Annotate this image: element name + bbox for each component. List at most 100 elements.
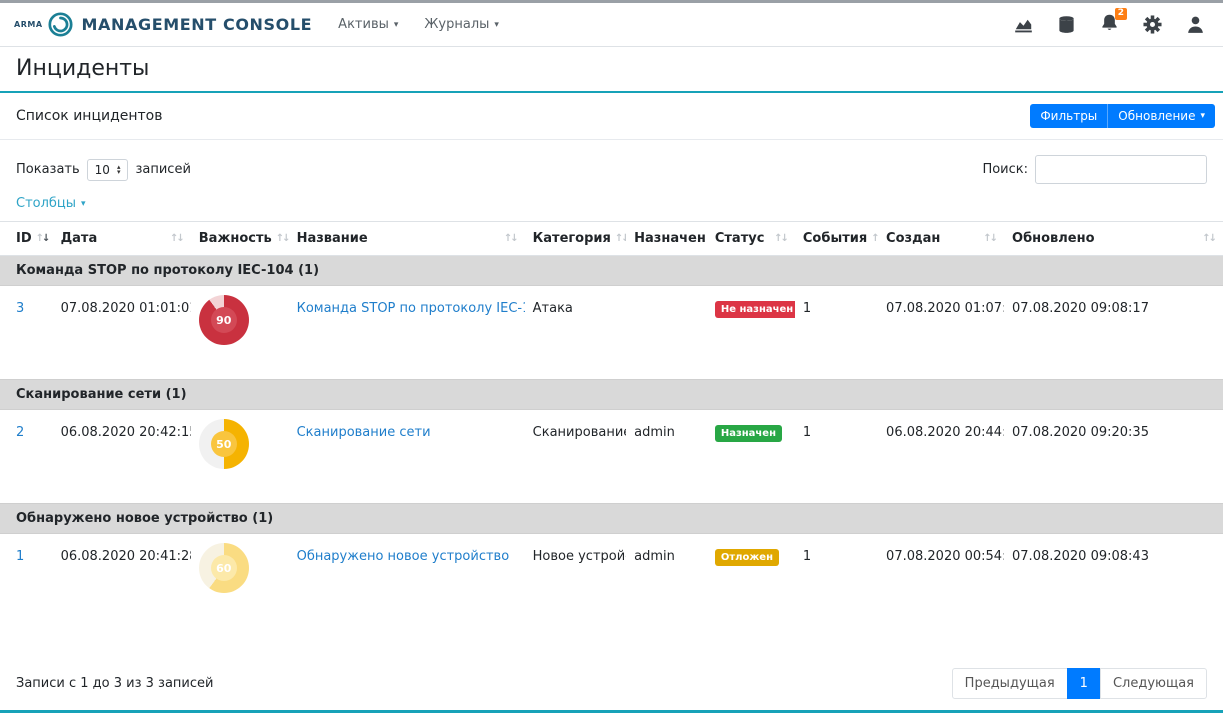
pagination: Предыдущая 1 Следующая	[952, 668, 1207, 699]
table-row: 3 07.08.2020 01:01:01 90 Команда STOP по…	[0, 286, 1223, 380]
nav-assets[interactable]: Активы ▾	[338, 17, 398, 32]
nav-journals[interactable]: Журналы ▾	[424, 17, 499, 32]
filters-button[interactable]: Фильтры	[1030, 104, 1108, 128]
col-date[interactable]: Дата↑↓	[53, 222, 191, 256]
col-updated[interactable]: Обновлено↑↓	[1004, 222, 1223, 256]
main-menu: Активы ▾ Журналы ▾	[338, 17, 499, 32]
incident-assignee: admin	[634, 549, 675, 564]
incident-events: 1	[803, 425, 811, 440]
navbar-icons: 2	[1014, 13, 1205, 36]
severity-donut: 50	[199, 419, 249, 469]
incident-date: 06.08.2020 20:42:15	[61, 425, 191, 440]
search-input[interactable]	[1035, 155, 1207, 184]
page-title: Инциденты	[16, 56, 1207, 81]
sort-icon: ↑↓	[871, 233, 878, 244]
incident-assignee: admin	[634, 425, 675, 440]
incident-name-link[interactable]: Сканирование сети	[297, 425, 431, 440]
chart-icon[interactable]	[1014, 15, 1033, 34]
page-size-value: 10	[95, 163, 110, 177]
page-title-bar: Инциденты	[0, 47, 1223, 93]
search-box: Поиск:	[982, 155, 1207, 184]
card-header: Список инцидентов Фильтры Обновление ▾	[0, 93, 1223, 140]
sort-icon: ↑↓	[774, 233, 787, 244]
incident-category: Атака	[533, 301, 573, 316]
chevron-down-icon: ▾	[394, 20, 399, 30]
incident-id-link[interactable]: 3	[16, 301, 24, 316]
incident-updated: 07.08.2020 09:20:35	[1012, 425, 1149, 440]
gear-icon[interactable]	[1143, 15, 1162, 34]
columns-button-label: Столбцы	[16, 196, 76, 211]
group-header-row: Сканирование сети (1)	[0, 380, 1223, 410]
incident-name-link[interactable]: Команда STOP по протоколу IEC-104	[297, 301, 525, 316]
table-row: 2 06.08.2020 20:42:15 50 Сканирование се…	[0, 410, 1223, 504]
col-name[interactable]: Название↑↓	[289, 222, 525, 256]
chevron-down-icon: ▾	[494, 20, 499, 30]
show-label: Показать	[16, 162, 80, 177]
show-entries: Показать 10 ▴▾ записей	[16, 159, 191, 181]
refresh-button[interactable]: Обновление ▾	[1108, 104, 1215, 128]
card-footer: Записи с 1 до 3 из 3 записей Предыдущая …	[0, 650, 1223, 713]
sort-icon: ↑↓	[36, 233, 49, 244]
col-id[interactable]: ID↑↓	[0, 222, 53, 256]
incident-updated: 07.08.2020 09:08:17	[1012, 301, 1149, 316]
incident-events: 1	[803, 301, 811, 316]
incidents-card: Список инцидентов Фильтры Обновление ▾ П…	[0, 93, 1223, 713]
incident-created: 06.08.2020 20:44:52	[886, 425, 1004, 440]
notification-badge: 2	[1115, 8, 1127, 20]
page-size-select[interactable]: 10 ▴▾	[87, 159, 129, 181]
notifications-button[interactable]: 2	[1100, 13, 1119, 36]
incident-id-link[interactable]: 1	[16, 549, 24, 564]
incident-date: 07.08.2020 01:01:01	[61, 301, 191, 316]
col-created[interactable]: Создан↑↓	[878, 222, 1004, 256]
col-category[interactable]: Категория↑↓	[525, 222, 627, 256]
group-label: Сканирование сети (1)	[0, 380, 1223, 410]
chevron-down-icon: ▾	[1200, 111, 1205, 121]
incident-date: 06.08.2020 20:41:28	[61, 549, 191, 564]
records-info: Записи с 1 до 3 из 3 записей	[16, 676, 213, 691]
severity-donut: 60	[199, 543, 249, 593]
table-controls: Показать 10 ▴▾ записей Поиск:	[0, 140, 1223, 188]
table-row: 1 06.08.2020 20:41:28 60 Обнаружено ново…	[0, 534, 1223, 650]
search-label: Поиск:	[982, 162, 1028, 177]
nav-assets-label: Активы	[338, 17, 389, 32]
incidents-table: ID↑↓ Дата↑↓ Важность↑↓ Название↑↓ Катего…	[0, 221, 1223, 650]
status-badge: Не назначен	[715, 301, 795, 318]
top-navbar: ARMA MANAGEMENT CONSOLE Активы ▾ Журналы…	[0, 3, 1223, 47]
page-number-button[interactable]: 1	[1067, 668, 1101, 699]
brand-title: MANAGEMENT CONSOLE	[82, 15, 313, 34]
col-events[interactable]: События↑↓	[795, 222, 878, 256]
severity-value: 60	[199, 543, 249, 593]
group-header-row: Обнаружено новое устройство (1)	[0, 504, 1223, 534]
incident-category: Сканирование	[533, 425, 627, 440]
sort-icon: ↑↓	[1202, 233, 1215, 244]
user-icon[interactable]	[1186, 15, 1205, 34]
group-header-row: Команда STOP по протоколу IEC-104 (1)	[0, 256, 1223, 286]
sort-icon: ↑↓	[983, 233, 996, 244]
incident-name-link[interactable]: Обнаружено новое устройство	[297, 549, 510, 564]
arma-logo-icon	[47, 11, 74, 38]
col-assignee[interactable]: Назначен↑↓	[626, 222, 707, 256]
col-severity[interactable]: Важность↑↓	[191, 222, 289, 256]
columns-button[interactable]: Столбцы ▾	[0, 188, 102, 221]
chevron-down-icon: ▾	[81, 199, 86, 209]
brand-logo[interactable]: ARMA MANAGEMENT CONSOLE	[14, 11, 312, 38]
refresh-button-label: Обновление	[1118, 109, 1195, 123]
table-header-row: ID↑↓ Дата↑↓ Важность↑↓ Название↑↓ Катего…	[0, 222, 1223, 256]
entries-label: записей	[135, 162, 190, 177]
sort-icon: ↑↓	[170, 233, 183, 244]
database-icon[interactable]	[1057, 15, 1076, 34]
sort-icon: ↑↓	[615, 233, 626, 244]
incident-created: 07.08.2020 01:07:14	[886, 301, 1004, 316]
next-page-button[interactable]: Следующая	[1100, 668, 1207, 699]
incident-updated: 07.08.2020 09:08:43	[1012, 549, 1149, 564]
incident-events: 1	[803, 549, 811, 564]
card-title: Список инцидентов	[16, 108, 163, 124]
stepper-icon: ▴▾	[117, 165, 121, 175]
incident-created: 07.08.2020 00:54:39	[886, 549, 1004, 564]
prev-page-button[interactable]: Предыдущая	[952, 668, 1068, 699]
severity-donut: 90	[199, 295, 249, 345]
brand-arma-text: ARMA	[14, 20, 43, 29]
col-status[interactable]: Статус↑↓	[707, 222, 795, 256]
incident-category: Новое устройство	[533, 549, 627, 564]
incident-id-link[interactable]: 2	[16, 425, 24, 440]
